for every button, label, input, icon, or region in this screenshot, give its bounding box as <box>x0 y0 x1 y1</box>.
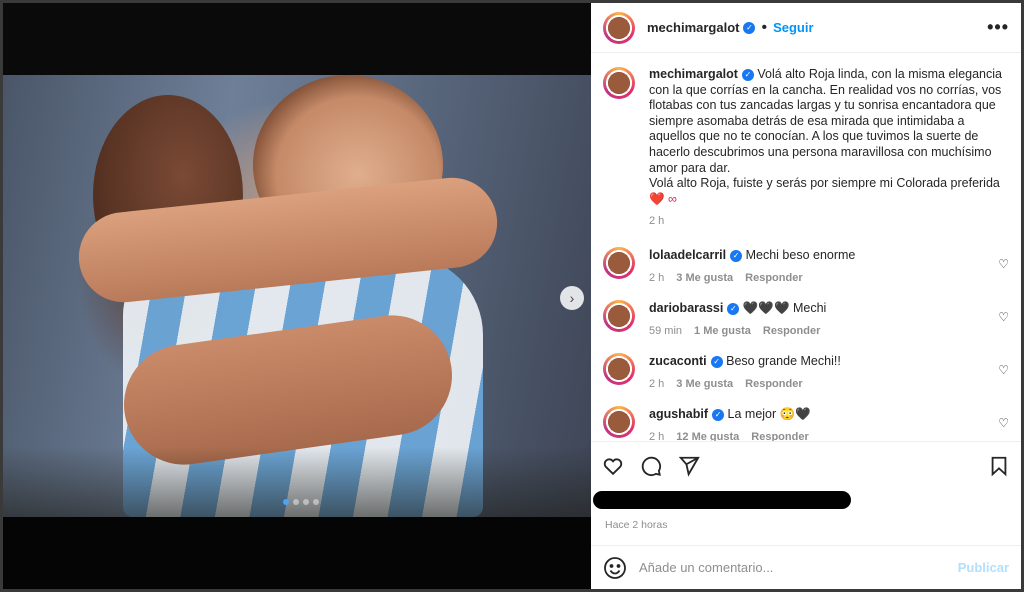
post-actions-bar <box>591 441 1021 489</box>
avatar[interactable] <box>603 299 635 332</box>
comment-text: 🖤🖤🖤 Mechi <box>742 300 827 315</box>
comments-list[interactable]: mechimargalot ✓ Volá alto Roja linda, con… <box>591 53 1021 441</box>
comment-time: 2 h <box>649 430 665 441</box>
comment-likes[interactable]: 12 Me gusta <box>676 429 739 441</box>
heart-icon[interactable] <box>601 454 625 478</box>
heart-icon[interactable]: ♡ <box>998 363 1009 377</box>
heart-icon[interactable]: ♡ <box>998 257 1009 271</box>
comment-likes[interactable]: 3 Me gusta <box>676 376 733 392</box>
media-letterbox-bottom <box>3 517 591 589</box>
carousel-dots <box>283 499 319 505</box>
verified-icon: ✓ <box>741 68 754 81</box>
comment-text: Beso grande Mechi!! <box>726 353 841 368</box>
separator-dot: • <box>761 18 768 36</box>
comment-text: La mejor 😳🖤 <box>727 406 811 421</box>
carousel-next-button[interactable]: › <box>560 286 584 310</box>
reply-button[interactable]: Responder <box>745 270 802 286</box>
avatar[interactable] <box>603 405 635 438</box>
post-header: mechimargalot ✓ • Seguir ••• <box>591 3 1021 53</box>
avatar[interactable] <box>603 352 635 385</box>
heart-icon[interactable]: ♡ <box>998 416 1009 430</box>
comment-username[interactable]: dariobarassi <box>649 301 723 315</box>
reply-button[interactable]: Responder <box>745 376 802 392</box>
comment-item: lolaadelcarril ✓ Mechi beso enorme 2 h 3 … <box>603 246 1009 286</box>
more-options-icon[interactable]: ••• <box>987 17 1009 38</box>
caption-text: Volá alto Roja linda, con la misma elega… <box>649 67 1002 175</box>
comment-username[interactable]: zucaconti <box>649 354 707 368</box>
carousel-dot <box>293 499 299 505</box>
chevron-right-icon: › <box>569 290 575 306</box>
media-letterbox-top <box>3 3 591 75</box>
comment-likes[interactable]: 3 Me gusta <box>676 270 733 286</box>
post-side-panel: mechimargalot ✓ • Seguir ••• mechimargal… <box>591 3 1021 589</box>
caption-time: 2 h <box>649 215 665 228</box>
comment-item: zucaconti ✓ Beso grande Mechi!! 2 h 3 Me … <box>603 352 1009 392</box>
add-comment-bar: Publicar <box>591 545 1021 589</box>
likes-summary <box>593 491 1021 511</box>
comment-text: Mechi beso enorme <box>745 247 856 262</box>
caption-username[interactable]: mechimargalot <box>649 67 738 81</box>
comment-likes[interactable]: 1 Me gusta <box>694 323 751 339</box>
follow-button[interactable]: Seguir <box>773 20 813 35</box>
comment-time: 2 h <box>649 377 665 390</box>
verified-icon: ✓ <box>710 355 723 368</box>
verified-icon: ✓ <box>712 408 725 421</box>
verified-icon: ✓ <box>730 249 743 262</box>
photo-shade <box>3 447 591 517</box>
comment-item: agushabif ✓ La mejor 😳🖤 2 h 12 Me gusta R… <box>603 405 1009 441</box>
carousel-dot <box>283 499 289 505</box>
caption-emojis: ❤️ ∞ <box>649 191 677 206</box>
reply-button[interactable]: Responder <box>751 429 808 441</box>
author-username[interactable]: mechimargalot <box>647 20 739 35</box>
avatar[interactable] <box>603 11 635 44</box>
carousel-dot <box>303 499 309 505</box>
post-media: › <box>3 3 591 589</box>
reply-button[interactable]: Responder <box>763 323 820 339</box>
comment-item: dariobarassi ✓ 🖤🖤🖤 Mechi 59 min 1 Me gust… <box>603 299 1009 339</box>
comment-time: 59 min <box>649 324 683 337</box>
verified-icon: ✓ <box>727 302 740 315</box>
post-photo[interactable] <box>3 75 591 517</box>
publish-button[interactable]: Publicar <box>958 560 1009 575</box>
paper-plane-icon[interactable] <box>677 454 701 478</box>
carousel-dot <box>313 499 319 505</box>
heart-icon[interactable]: ♡ <box>998 310 1009 324</box>
comment-username[interactable]: lolaadelcarril <box>649 248 726 262</box>
avatar[interactable] <box>603 246 635 279</box>
comment-username[interactable]: agushabif <box>649 407 708 421</box>
avatar[interactable] <box>603 67 635 99</box>
caption-text-line2: Volá alto Roja, fuiste y serás por siemp… <box>649 176 1000 191</box>
post-timestamp: Hace 2 horas <box>605 519 668 531</box>
comment-time: 2 h <box>649 271 665 284</box>
verified-icon: ✓ <box>743 21 756 34</box>
comment-input[interactable] <box>639 560 958 575</box>
post-caption: mechimargalot ✓ Volá alto Roja linda, con… <box>603 67 1009 230</box>
smiley-icon[interactable] <box>603 556 627 580</box>
comment-icon[interactable] <box>639 454 663 478</box>
bookmark-icon[interactable] <box>987 454 1011 478</box>
redacted-likes <box>593 491 851 509</box>
